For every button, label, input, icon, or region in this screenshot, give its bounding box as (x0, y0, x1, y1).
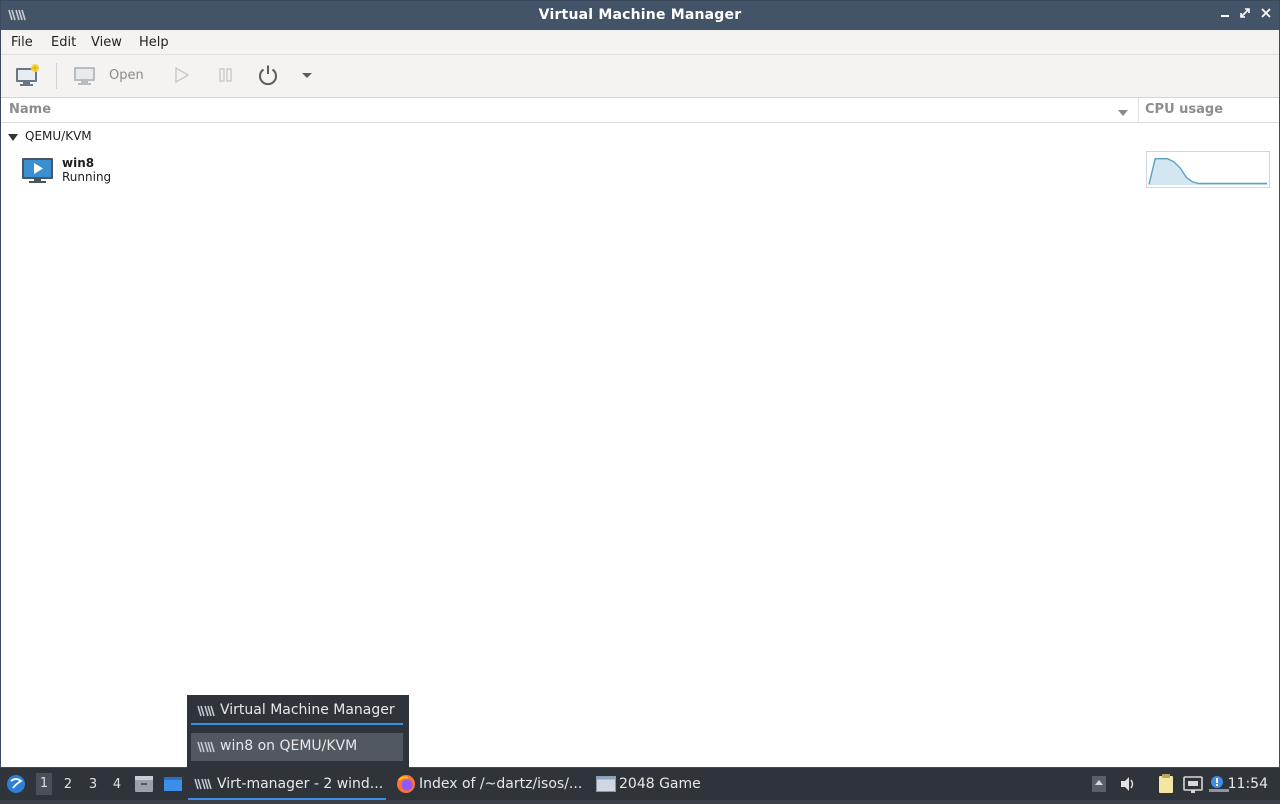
popup-item-virt-manager[interactable]: Virtual Machine Manager (191, 697, 403, 725)
menu-help[interactable]: Help (139, 35, 169, 50)
popup-item-win8-console[interactable]: win8 on QEMU/KVM (191, 733, 403, 761)
menu-bar: File Edit View Help (1, 30, 1279, 55)
vm-name: win8 (62, 156, 95, 170)
file-manager-launcher[interactable] (134, 768, 154, 800)
speaker-icon (1121, 777, 1134, 791)
vm-status: Running (62, 170, 112, 184)
power-icon (259, 65, 277, 86)
column-name-header[interactable]: Name (9, 102, 51, 117)
new-vm-icon (16, 64, 39, 86)
start-menu-button[interactable] (5, 768, 27, 800)
sort-indicator-icon[interactable] (1117, 106, 1129, 121)
lxqt-logo-icon (7, 775, 25, 793)
minimize-button[interactable] (1217, 7, 1233, 23)
shutdown-button[interactable] (256, 63, 280, 89)
close-button[interactable] (1258, 7, 1274, 23)
workspace-4[interactable]: 4 (109, 777, 125, 792)
vm-list-header: Name CPU usage (1, 98, 1279, 123)
menu-file[interactable]: File (11, 35, 33, 50)
menu-edit[interactable]: Edit (51, 35, 76, 50)
network-button[interactable] (1182, 768, 1204, 800)
column-cpu-header[interactable]: CPU usage (1145, 102, 1223, 117)
chevron-down-icon (302, 73, 312, 78)
pause-icon (219, 68, 232, 82)
popup-item-label: win8 on QEMU/KVM (220, 738, 358, 754)
show-desktop-button[interactable] (162, 768, 184, 800)
open-button-label[interactable]: Open (109, 68, 144, 83)
task-label: Index of /~dartz/isos/... (419, 776, 583, 792)
network-icon (1183, 776, 1203, 793)
popup-item-label: Virtual Machine Manager (220, 702, 395, 718)
task-firefox[interactable]: Index of /~dartz/isos/... (392, 768, 588, 800)
menu-view[interactable]: View (91, 35, 122, 50)
clock[interactable]: 11:54 (1228, 776, 1268, 792)
monitor-icon (74, 67, 95, 85)
virt-manager-icon (197, 705, 215, 721)
running-vm-icon (21, 156, 55, 190)
connection-name: QEMU/KVM (25, 129, 92, 143)
restore-button[interactable] (1237, 7, 1253, 23)
taskbar: 1 2 3 4 Virt-manager - 2 wind... Index o… (0, 768, 1280, 800)
column-separator[interactable] (1138, 98, 1139, 122)
cpu-usage-graph (1146, 151, 1270, 188)
open-button[interactable] (73, 63, 97, 89)
new-vm-button[interactable] (15, 63, 41, 89)
clipboard-icon (1159, 774, 1173, 793)
shutdown-menu-dropdown[interactable] (299, 63, 315, 89)
task-label: 2048 Game (619, 776, 701, 792)
virt-manager-icon (197, 741, 215, 757)
workspace-1[interactable]: 1 (36, 773, 52, 795)
vm-row-win8[interactable]: win8 Running (21, 155, 1280, 191)
pause-button[interactable] (217, 63, 235, 89)
virt-manager-icon (194, 778, 212, 794)
task-2048-game[interactable]: 2048 Game (592, 768, 712, 800)
window-icon (596, 776, 616, 796)
window-list-popup: Virtual Machine Manager win8 on QEMU/KVM (187, 695, 409, 768)
title-bar[interactable]: Virtual Machine Manager (1, 1, 1279, 30)
task-label: Virt-manager - 2 wind... (217, 776, 384, 792)
toolbar-separator (56, 63, 57, 89)
main-window: Virtual Machine Manager File Edit View H… (0, 0, 1280, 768)
expand-arrow-icon[interactable] (7, 132, 19, 146)
workspace-2[interactable]: 2 (60, 777, 76, 792)
desktop-icon (164, 777, 182, 791)
window-title: Virtual Machine Manager (538, 7, 742, 23)
firefox-icon (396, 774, 416, 798)
file-manager-icon (135, 776, 153, 792)
tray-arrow-icon (1092, 776, 1106, 792)
tray-expand-button[interactable] (1091, 768, 1107, 800)
run-button[interactable] (173, 63, 191, 89)
volume-button[interactable] (1119, 768, 1137, 800)
toolbar: Open (1, 55, 1279, 98)
clipboard-button[interactable] (1156, 768, 1176, 800)
play-icon (175, 66, 190, 84)
task-virt-manager[interactable]: Virt-manager - 2 wind... (188, 768, 386, 800)
workspace-3[interactable]: 3 (85, 777, 101, 792)
